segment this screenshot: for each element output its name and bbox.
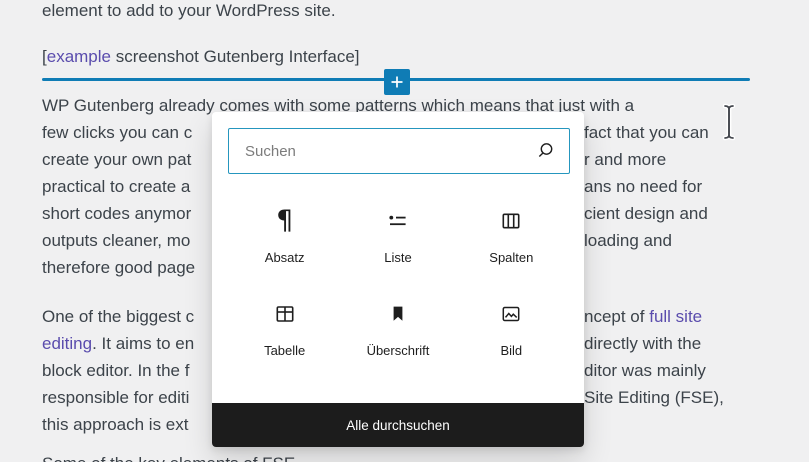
p1-line2-right: fact that you can (584, 123, 709, 142)
block-label: Absatz (264, 250, 305, 265)
add-block-button[interactable] (384, 69, 410, 95)
p1-line5-right: cient design and (584, 204, 708, 223)
p1-line7-left: therefore good page (42, 258, 196, 277)
p1-line4-left: practical to create a (42, 177, 191, 196)
block-label: Bild (500, 343, 523, 358)
image-icon (499, 301, 523, 327)
block-label: Liste (384, 250, 412, 265)
columns-icon (499, 208, 523, 234)
p2-line2-left: . It aims to en (92, 334, 195, 353)
block-label: Tabelle (264, 343, 306, 358)
p2-line4-left: responsible for editi (42, 388, 190, 407)
search-icon (538, 143, 553, 158)
block-item-list[interactable]: Liste (341, 208, 454, 265)
caption-line: [example screenshot Gutenberg Interface] (42, 45, 754, 69)
p1-line6-left: outputs cleaner, mo (42, 231, 191, 250)
block-item-table[interactable]: Tabelle (228, 301, 341, 358)
p2-line1-right: ncept of full site (584, 305, 702, 329)
browse-all-button[interactable]: Alle durchsuchen (212, 403, 584, 447)
editing-link[interactable]: editing (42, 334, 92, 353)
block-item-paragraph[interactable]: ¶ Absatz (228, 205, 341, 265)
block-search-box[interactable] (228, 128, 570, 174)
p1-line5-left: short codes anymor (42, 204, 192, 223)
p1-line4-right: ans no need for (584, 177, 703, 196)
p2-line3-left: block editor. In the f (42, 361, 190, 380)
block-grid: ¶ Absatz Liste Spalten Tabelle Überschri… (228, 205, 568, 358)
p1-line3-left: create your own pat (42, 150, 192, 169)
paragraph-icon: ¶ (276, 205, 294, 236)
p2-line1-left: One of the biggest c (42, 307, 195, 326)
block-label: Überschrift (366, 343, 430, 358)
p2-line3-right: ditor was mainly (584, 361, 706, 380)
list-icon (386, 208, 410, 234)
caption-rest: screenshot Gutenberg Interface] (111, 47, 360, 66)
heading-icon (386, 301, 410, 327)
block-label: Spalten (489, 250, 534, 265)
p2-line1-right-text: ncept of (584, 307, 650, 326)
p3-line1: Some of the key elements of FSE (42, 452, 754, 462)
intro-text: element to add to your WordPress site. (42, 1, 336, 20)
example-link[interactable]: example (47, 47, 111, 66)
block-item-image[interactable]: Bild (455, 301, 568, 358)
p2-line5-left: this approach is ext (42, 415, 189, 434)
p3-text: Some of the key elements of FSE (42, 454, 295, 462)
block-item-columns[interactable]: Spalten (455, 208, 568, 265)
p1-line6-right: loading and (584, 231, 672, 250)
quick-block-inserter: ¶ Absatz Liste Spalten (212, 112, 584, 447)
p1-line2-left: few clicks you can c (42, 123, 193, 142)
table-icon (273, 301, 297, 327)
block-item-heading[interactable]: Überschrift (341, 301, 454, 358)
p2-line4-right: Site Editing (FSE), (584, 388, 724, 407)
intro-line: element to add to your WordPress site. (42, 0, 754, 23)
p1-line3-right: r and more (584, 150, 667, 169)
p2-line2-right: directly with the (584, 334, 702, 353)
plus-icon (391, 76, 403, 88)
full-site-link[interactable]: full site (649, 307, 702, 326)
block-search-input[interactable] (229, 129, 533, 173)
